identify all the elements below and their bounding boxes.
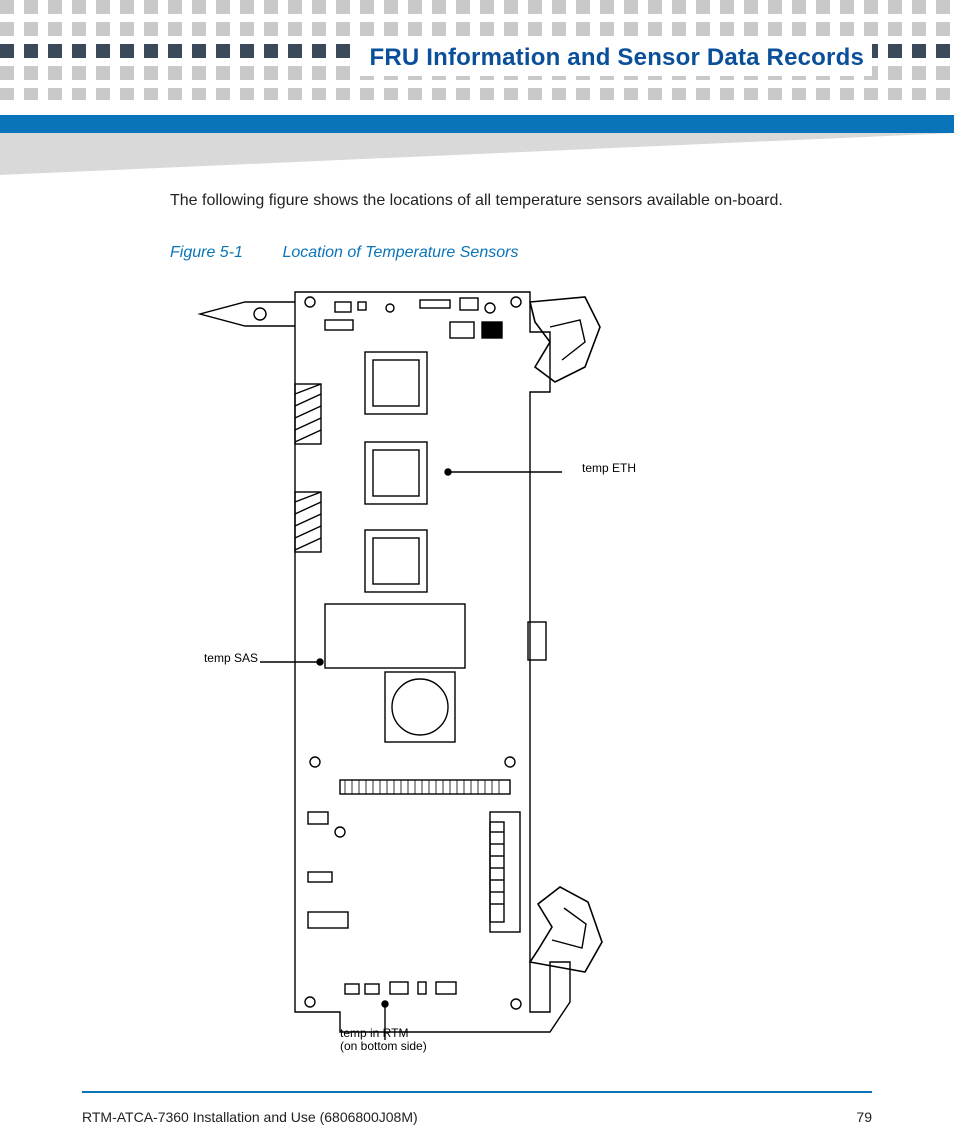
- callout-temp-sas: temp SAS: [194, 652, 258, 665]
- intro-paragraph: The following figure shows the locations…: [170, 190, 872, 212]
- figure-caption: Figure 5-1 Location of Temperature Senso…: [170, 244, 872, 262]
- figure-number: Figure 5-1: [170, 244, 278, 262]
- footer-rule: [82, 1091, 872, 1093]
- header-rule-wedge: [0, 133, 954, 175]
- page: FRU Information and Sensor Data Records …: [0, 0, 954, 1145]
- figure-board-diagram: temp ETH temp SAS temp in RTM (on bottom…: [190, 272, 630, 1052]
- footer-doc-title: RTM-ATCA-7360 Installation and Use (6806…: [82, 1109, 418, 1125]
- figure-title: Location of Temperature Sensors: [282, 244, 518, 261]
- chapter-title: FRU Information and Sensor Data Records: [355, 40, 872, 76]
- callout-temp-eth: temp ETH: [582, 462, 636, 475]
- header-rule-bar: [0, 115, 954, 133]
- content-area: The following figure shows the locations…: [170, 190, 872, 1052]
- callout-temp-rtm-line2: (on bottom side): [340, 1039, 427, 1053]
- callout-temp-rtm-line1: temp in RTM: [340, 1026, 408, 1040]
- callout-temp-rtm: temp in RTM (on bottom side): [340, 1027, 427, 1053]
- footer-page-number: 79: [856, 1109, 872, 1125]
- footer: RTM-ATCA-7360 Installation and Use (6806…: [82, 1109, 872, 1125]
